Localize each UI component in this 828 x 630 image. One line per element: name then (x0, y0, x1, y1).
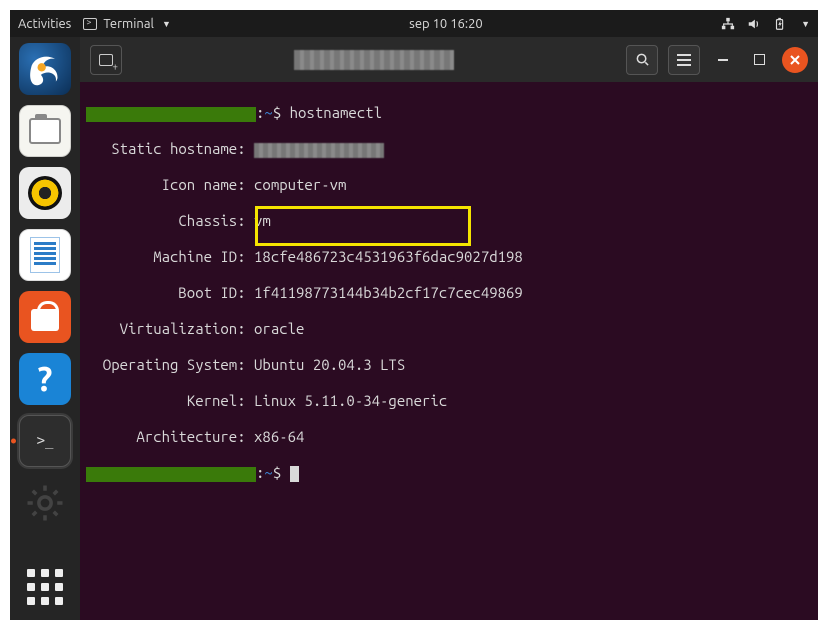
app-menu[interactable]: Terminal ▼ (83, 17, 171, 31)
battery-icon[interactable] (773, 17, 787, 31)
cursor (290, 466, 299, 482)
maximize-button[interactable] (746, 47, 772, 73)
out-value-os: Ubuntu 20.04.3 LTS (254, 356, 405, 373)
out-label: Virtualization: (86, 320, 246, 337)
new-tab-button[interactable]: + (90, 45, 122, 75)
out-value: vm (254, 212, 271, 229)
main-area: ? >_ + (10, 37, 818, 620)
dock-settings[interactable] (19, 477, 71, 529)
out-label: Operating System: (86, 356, 246, 373)
app-menu-label: Terminal (103, 17, 154, 31)
out-label: Machine ID: (86, 248, 246, 265)
out-label: Icon name: (86, 176, 246, 193)
prompt-user-redacted (86, 467, 256, 482)
out-value: x86-64 (254, 428, 304, 445)
out-label: Chassis: (86, 212, 246, 229)
clock[interactable]: sep 10 16:20 (409, 17, 483, 31)
out-value: 1f41198773144b34b2cf17c7cec49869 (254, 284, 523, 301)
out-value: oracle (254, 320, 304, 337)
top-bar: Activities Terminal ▼ sep 10 16:20 ▼ (10, 10, 818, 37)
prompt-symbol: $ (273, 104, 281, 121)
chevron-down-icon: ▼ (162, 19, 171, 29)
hostname-redacted (254, 143, 384, 158)
dock-terminal[interactable]: >_ (19, 415, 71, 467)
hamburger-icon (677, 54, 691, 66)
dock-help[interactable]: ? (19, 353, 71, 405)
out-label: Architecture: (86, 428, 246, 445)
dock-libreoffice-writer[interactable] (19, 229, 71, 281)
show-applications-button[interactable] (22, 564, 68, 610)
minimize-button[interactable] (710, 47, 736, 73)
dock-files[interactable] (19, 105, 71, 157)
prompt-user-redacted (86, 107, 256, 122)
dock-thunderbird[interactable] (19, 43, 71, 95)
terminal-icon (83, 18, 97, 30)
dock-rhythmbox[interactable] (19, 167, 71, 219)
activities-button[interactable]: Activities (18, 17, 71, 31)
search-button[interactable] (626, 45, 658, 75)
out-label: Kernel: (86, 392, 246, 409)
prompt-path: ~ (264, 464, 272, 481)
dock: ? >_ (10, 37, 80, 620)
network-icon[interactable] (721, 17, 735, 31)
prompt-path: ~ (264, 104, 272, 121)
volume-icon[interactable] (747, 17, 761, 31)
terminal-body[interactable]: :~$ hostnamectl Static hostname: Icon na… (80, 82, 818, 620)
close-button[interactable] (782, 47, 808, 73)
window-title-redacted (294, 50, 454, 70)
out-value: computer-vm (254, 176, 346, 193)
system-menu-chevron-icon[interactable]: ▼ (801, 19, 810, 29)
out-value: 18cfe486723c4531963f6dac9027d198 (254, 248, 523, 265)
dock-ubuntu-software[interactable] (19, 291, 71, 343)
desktop: Activities Terminal ▼ sep 10 16:20 ▼ (10, 10, 818, 620)
terminal-window: + :~$ hostnamectl Static hostname: (80, 37, 818, 620)
out-label: Static hostname: (86, 140, 246, 157)
command-text: hostnamectl (290, 104, 382, 121)
out-value-kernel: Linux 5.11.0-34-generic (254, 392, 447, 409)
menu-button[interactable] (668, 45, 700, 75)
terminal-titlebar: + (80, 37, 818, 82)
prompt-symbol: $ (273, 464, 281, 481)
out-label: Boot ID: (86, 284, 246, 301)
